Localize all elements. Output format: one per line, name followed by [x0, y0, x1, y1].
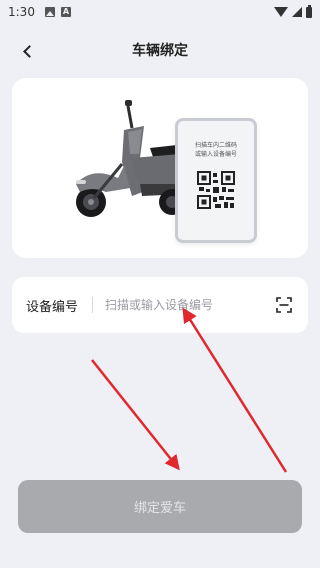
gallery-notification-icon [44, 7, 55, 17]
scooter-illustration [76, 100, 190, 217]
bind-vehicle-button[interactable]: 绑定爱车 [18, 480, 302, 533]
qr-hint-line1: 扫描车内二维码 [194, 142, 237, 149]
device-number-label: 设备编号 [26, 299, 79, 315]
device-number-row: 设备编号 [12, 277, 308, 333]
scan-button[interactable] [274, 295, 294, 315]
battery-icon [306, 4, 312, 18]
cell-signal-icon [292, 7, 302, 17]
page-title: 车辆绑定 [132, 43, 188, 59]
qr-hint-line2: 或输入设备编号 [194, 151, 237, 158]
wifi-icon [274, 7, 288, 17]
nav-bar: 车辆绑定 [0, 34, 320, 66]
qr-scan-panel: 扫描车内二维码 或输入设备编号 [175, 118, 257, 243]
app-notification-icon: A [60, 7, 71, 17]
status-time: 1:30 [8, 5, 35, 19]
annotation-arrow-to-button [91, 359, 180, 471]
field-divider [92, 297, 93, 313]
annotation-arrow-to-input [182, 307, 288, 473]
status-bar: 1:30 A [0, 0, 320, 24]
status-indicators [274, 4, 312, 18]
scan-icon [276, 297, 292, 313]
qr-code-icon [197, 171, 235, 209]
hero-card: 扫描车内二维码 或输入设备编号 [12, 78, 308, 258]
device-number-input[interactable] [105, 290, 266, 320]
